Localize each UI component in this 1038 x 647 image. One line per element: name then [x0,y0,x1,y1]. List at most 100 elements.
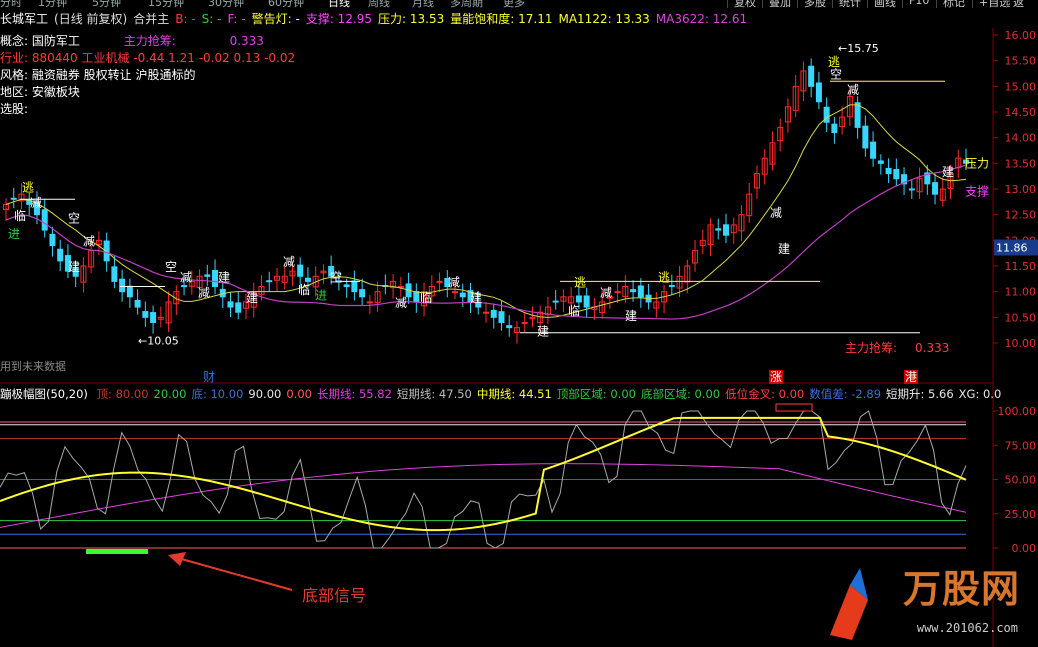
brand-logo: 万股网 [902,567,1020,611]
signal-label: 建 [246,291,258,305]
candle-down [932,182,939,195]
indicator-tick-label: 0.00 [1012,542,1037,555]
indicator-item-1: 20.00 [153,387,187,401]
signal-label: 临 [420,291,432,305]
bottom-signal-bar [86,549,148,554]
bottom-signal-annotation: 底部信号 [302,586,367,605]
candle-down [506,325,513,329]
signal-label: 建 [218,270,230,284]
event-marker: 涨 [770,369,782,384]
event-marker: 港 [905,370,917,384]
candle-down [351,280,358,293]
candle-down [668,285,675,288]
candle-up [483,311,489,314]
candle-down [637,285,644,298]
signal-label: 临 [14,209,26,223]
low-price-label: ←10.05 [138,334,179,347]
candle-down [126,285,133,298]
candle-down [150,312,157,323]
candle-down [266,280,273,283]
candle-down [41,209,48,231]
high-price-label: ←15.75 [838,42,879,55]
candle-up [436,280,443,283]
indicator-item-8: 顶部区域: 0.00 [556,387,636,401]
indicator-item-6: 短期线: 47.50 [396,387,472,401]
candle-down [870,141,877,159]
candle-down [490,309,497,318]
price-tick-label: 12.50 [1005,209,1037,222]
signal-label: 建 [778,242,790,256]
indicator-item-0: 顶: 80.00 [96,387,149,401]
indicator-item-12: 短期升: 5.66 [886,387,954,401]
candle-down [823,106,830,123]
candle-up [366,301,373,304]
support-label: 支撑 [965,184,989,199]
signal-label: 减 [198,286,210,300]
candle-down [575,295,582,303]
indicator-header: 蹦极幅图(50,20) 顶: 80.00 20.00 底: 10.00 90.00 0.… [0,386,1011,402]
signal-label: 减 [83,234,95,248]
indicator-item-10: 低位金叉: 0.00 [725,387,805,401]
indicator-item-13: XG: 0.0 [958,387,1002,401]
indicator-item-11: 数值差: -2.89 [809,387,882,401]
candle-down [111,266,118,282]
candle-down [119,278,126,293]
candle-down [862,125,869,149]
signal-label: 建 [537,324,549,338]
candle-down [552,300,559,303]
candle-down [498,311,505,323]
candle-down [413,291,420,303]
signal-label: 减 [600,286,612,300]
signal-label: 进 [8,227,20,241]
candle-down [10,197,17,200]
indicator-mid-line [0,416,967,532]
signal-label: 建 [942,165,954,179]
candle-down [204,274,211,277]
candle-down [583,295,590,308]
price-tick-label: 10.00 [1005,337,1037,350]
signal-label: 空 [165,260,177,274]
brand-url: www.201062.com [916,621,1018,635]
candle-up [614,291,621,294]
candle-down [359,289,366,298]
signal-label: 进 [315,288,327,302]
price-tick-label: 11.00 [1005,286,1037,299]
price-tick-label: 15.50 [1005,55,1037,68]
indicator-tick-label: 25.00 [1005,508,1037,521]
candle-down [297,264,304,277]
candle-down [854,102,861,128]
candle-down [885,167,892,175]
candle-up [521,321,528,324]
price-tick-label: 16.00 [1005,29,1037,42]
indicator-tick-label: 100.00 [998,405,1037,418]
candle-down [142,311,149,318]
indicator-tick-label: 75.00 [1005,439,1037,452]
signal-label: 减 [395,296,407,310]
indicator-item-7: 中期线: 44.51 [476,387,552,401]
candle-down [723,224,729,236]
candle-down [235,302,242,313]
indicator-name[interactable]: 蹦极幅图(50,20) [0,387,88,401]
pressure-label: 压力 [965,156,989,170]
signal-label: 临 [298,283,310,297]
indicator-item-4: 0.00 [286,387,312,401]
signal-label: 建 [68,260,80,274]
bottom-tag-label: 主力抢筹: [845,340,897,355]
price-tick-label: 13.50 [1005,157,1037,170]
candle-down [343,284,350,288]
kline-chart-canvas[interactable]: 16.00 15.50 15.00 14.50 14.00 13.50 13.00 12.50… [0,0,1038,647]
candle-down [808,65,815,87]
candle-down [630,289,637,293]
signal-label: 临 [568,304,580,318]
signal-label: 建 [470,291,482,305]
ma-short-line [5,104,967,318]
price-tick-label: 10.50 [1005,311,1037,324]
indicator-item-3: 90.00 [248,387,282,401]
signal-label: 减 [283,255,295,269]
price-tick-label: 13.00 [1005,183,1037,196]
signal-label: 空 [330,270,342,284]
candle-down [304,277,311,282]
candle-down [134,299,141,308]
candle-down [831,123,838,134]
signal-label: 减 [30,196,42,210]
